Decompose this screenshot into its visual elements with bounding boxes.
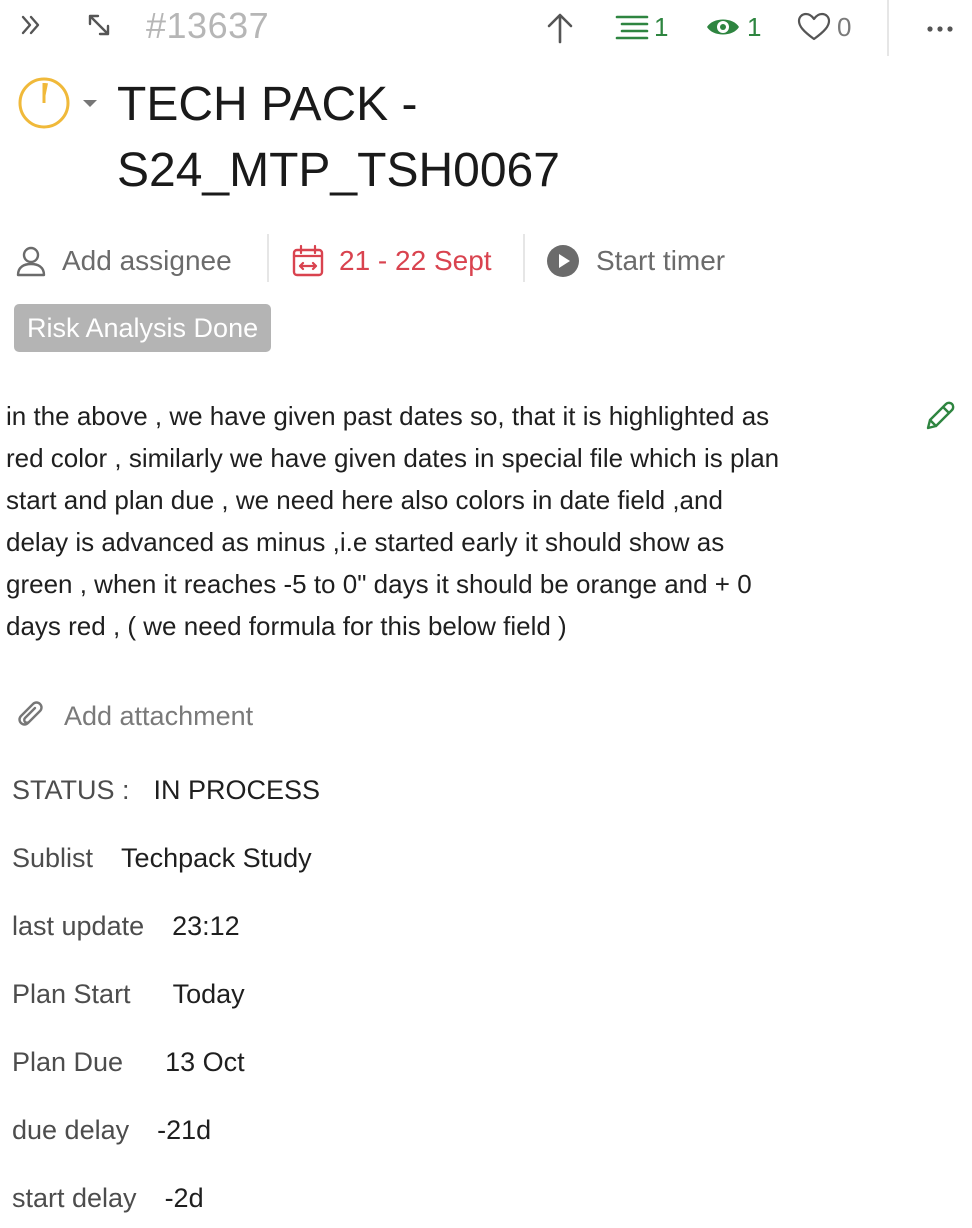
description-line: start and plan due , we need here also c…: [6, 485, 723, 515]
field-label: STATUS :: [12, 775, 130, 805]
timer-label: Start timer: [596, 245, 726, 276]
add-attachment-button[interactable]: Add attachment: [16, 699, 253, 733]
watchers-counter[interactable]: 1: [705, 12, 761, 42]
chevron-down-icon: [83, 100, 97, 107]
likes-count: 0: [837, 12, 852, 42]
add-assignee-button[interactable]: Add assignee: [14, 244, 232, 278]
list-icon: [615, 15, 649, 40]
page-title[interactable]: TECH PACK - S24_MTP_TSH0067: [117, 72, 937, 204]
field-value: -2d: [164, 1183, 204, 1213]
field-plan-start[interactable]: Plan Start Today: [12, 977, 245, 1011]
assignee-label: Add assignee: [62, 245, 232, 276]
description-line: days red , ( we need formula for this be…: [6, 611, 567, 641]
field-label: Sublist: [12, 843, 94, 873]
description-line: in the above , we have given past dates …: [6, 401, 770, 431]
field-plan-due[interactable]: Plan Due 13 Oct: [12, 1045, 245, 1079]
description-line: green , when it reaches -5 to 0" days it…: [6, 569, 752, 599]
field-label: Plan Start: [12, 979, 131, 1009]
tag-badge[interactable]: Risk Analysis Done: [14, 304, 272, 352]
field-start-delay[interactable]: start delay -2d: [12, 1181, 204, 1215]
description-line: delay is advanced as minus ,i.e started …: [6, 527, 725, 557]
meta-divider-1: [267, 234, 269, 282]
subtasks-count: 1: [654, 12, 669, 42]
calendar-icon: [292, 244, 324, 277]
eye-icon: [707, 19, 739, 35]
heart-icon: [797, 12, 831, 41]
likes-counter[interactable]: 0: [797, 12, 851, 42]
title-line-1: TECH PACK -: [117, 78, 418, 131]
field-value: 23:12: [172, 911, 240, 941]
status-selector[interactable]: [16, 76, 106, 130]
arrow-up-icon[interactable]: [543, 10, 577, 46]
field-last-update[interactable]: last update 23:12: [12, 909, 240, 943]
user-icon: [16, 246, 46, 277]
meta-divider-2: [523, 234, 525, 282]
task-id[interactable]: #13637: [146, 4, 269, 48]
field-value: -21d: [157, 1115, 212, 1145]
field-due-delay[interactable]: due delay -21d: [12, 1113, 211, 1147]
watchers-count: 1: [747, 12, 762, 42]
field-value: IN PROCESS: [153, 775, 321, 805]
attachment-label: Add attachment: [64, 701, 254, 731]
field-value: 13 Oct: [165, 1047, 245, 1077]
date-range: 21 - 22 Sept: [339, 245, 492, 276]
edit-pencil-icon[interactable]: [922, 400, 956, 439]
field-label: start delay: [12, 1183, 137, 1213]
description[interactable]: in the above , we have given past dates …: [6, 395, 901, 647]
more-icon[interactable]: [922, 14, 958, 44]
description-line: red color , similarly we have given date…: [6, 443, 780, 473]
status-ring-icon: [18, 77, 70, 129]
field-value: Today: [172, 979, 245, 1009]
start-timer-button[interactable]: Start timer: [546, 244, 725, 278]
paperclip-icon: [18, 701, 43, 726]
field-label: due delay: [12, 1115, 130, 1145]
field-value: Techpack Study: [121, 843, 312, 873]
play-icon: [547, 245, 579, 277]
field-label: last update: [12, 911, 145, 941]
field-label: Plan Due: [12, 1047, 124, 1077]
topbar-divider: [887, 0, 889, 56]
date-range-button[interactable]: 21 - 22 Sept: [291, 244, 492, 278]
title-line-2: S24_MTP_TSH0067: [117, 144, 560, 197]
field-sublist[interactable]: Sublist Techpack Study: [12, 841, 312, 875]
double-chevron-right-icon[interactable]: [14, 8, 48, 42]
subtasks-counter[interactable]: 1: [614, 12, 668, 42]
expand-icon[interactable]: [82, 8, 116, 42]
field-status[interactable]: STATUS : IN PROCESS: [12, 773, 320, 807]
